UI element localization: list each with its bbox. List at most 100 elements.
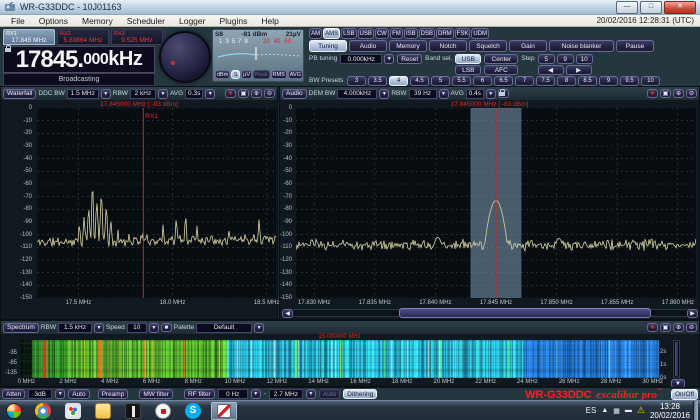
- save-icon[interactable]: ▣: [660, 323, 671, 332]
- taskbar-chrome-icon[interactable]: [35, 402, 51, 419]
- wideband-waterfall[interactable]: [20, 340, 659, 378]
- smeter-unit-button[interactable]: AVG: [287, 70, 303, 79]
- chevron-down-icon[interactable]: ▼: [438, 88, 449, 99]
- smeter-unit-button[interactable]: S: [231, 70, 241, 79]
- afc-button[interactable]: AFC: [484, 65, 519, 75]
- bw-preset-button[interactable]: 4.5: [410, 76, 429, 86]
- sideband-button[interactable]: USB: [455, 54, 482, 64]
- rbw-value[interactable]: 1.5 kHz: [58, 322, 92, 333]
- bw-preset-button[interactable]: 9: [599, 76, 618, 86]
- mode-button[interactable]: FM: [389, 28, 403, 39]
- stop-icon[interactable]: ■: [160, 323, 172, 332]
- menu-item[interactable]: Scheduler: [120, 16, 172, 26]
- mode-button[interactable]: DRM: [436, 28, 454, 39]
- taskbar-explorer-icon[interactable]: [95, 402, 111, 419]
- chevron-down-icon[interactable]: ▼: [55, 389, 66, 399]
- settings-tab[interactable]: Pause: [616, 40, 654, 52]
- menu-item[interactable]: Logger: [172, 16, 212, 26]
- center-button[interactable]: Center: [484, 54, 519, 64]
- rbw-value[interactable]: 39 Hz: [408, 88, 437, 99]
- step-preset-button[interactable]: 9: [556, 54, 574, 64]
- settings-tab[interactable]: Noise blanker: [549, 40, 614, 52]
- bw-preset-button[interactable]: 5: [431, 76, 450, 86]
- chevron-down-icon[interactable]: ▼: [250, 389, 261, 399]
- rx-channel-tab[interactable]: RX3 9.525 MHz: [111, 29, 163, 45]
- zoom-in-icon[interactable]: ⊕: [251, 89, 262, 98]
- mode-button[interactable]: CW: [374, 28, 389, 39]
- menu-item[interactable]: File: [4, 16, 32, 26]
- bw-preset-button[interactable]: 3.5: [368, 76, 387, 86]
- bw-preset-button[interactable]: 10: [641, 76, 660, 86]
- ddc-spectrum-plot[interactable]: RX1: [37, 108, 276, 298]
- atten-value[interactable]: 3dB: [28, 389, 53, 399]
- marker-icon[interactable]: ▼: [647, 89, 658, 98]
- avg-value[interactable]: 0.3s: [185, 88, 204, 99]
- maximize-button[interactable]: □: [640, 0, 662, 14]
- waterfall-scrollbar[interactable]: [673, 340, 680, 378]
- scroll-right-icon[interactable]: ▶: [687, 308, 698, 318]
- smeter-unit-button[interactable]: Peak: [253, 70, 270, 79]
- zoom-out-icon[interactable]: ⊖: [686, 89, 697, 98]
- mode-button[interactable]: UDM: [471, 28, 490, 39]
- sideband-button[interactable]: LSB: [455, 65, 482, 75]
- warning-icon[interactable]: ⚠: [637, 405, 645, 416]
- settings-tab[interactable]: Memory: [389, 40, 427, 52]
- channel-spectrum-plot[interactable]: [296, 108, 696, 298]
- zoom-in-icon[interactable]: ⊕: [673, 323, 684, 332]
- palette-value[interactable]: Default: [196, 322, 253, 333]
- taskbar-app-icon[interactable]: [125, 402, 141, 419]
- tray-volume-icon[interactable]: ▬: [625, 407, 632, 414]
- atten-auto-button[interactable]: Auto: [68, 389, 90, 399]
- speed-value[interactable]: 10: [126, 322, 147, 333]
- rf-filter-auto-button[interactable]: Auto: [318, 389, 341, 399]
- pb-tuning-value[interactable]: 0.000kHz: [340, 54, 383, 64]
- rbw-value[interactable]: 2 kHz: [129, 88, 156, 99]
- mode-button[interactable]: AM: [309, 28, 323, 39]
- smeter-unit-button[interactable]: µV: [241, 70, 252, 79]
- lock-icon[interactable]: [497, 88, 509, 98]
- ddc-bw-value[interactable]: 1.5 MHz: [66, 88, 99, 99]
- marker-icon[interactable]: ▼: [647, 323, 658, 332]
- chevron-down-icon[interactable]: ▼: [305, 389, 316, 399]
- step-down-icon[interactable]: ◀: [537, 65, 564, 75]
- menu-item[interactable]: Help: [254, 16, 285, 26]
- tray-network-icon[interactable]: ▦: [613, 407, 620, 415]
- frequency-display[interactable]: 17845. 000 kHz: [3, 46, 155, 73]
- bw-preset-button[interactable]: 6.5: [494, 76, 513, 86]
- menu-item[interactable]: Memory: [75, 16, 120, 26]
- language-indicator[interactable]: ES: [586, 406, 597, 415]
- bw-preset-button[interactable]: 7.5: [536, 76, 555, 86]
- bw-preset-button[interactable]: 4: [389, 76, 408, 86]
- scrollbar-thumb[interactable]: [399, 308, 651, 318]
- smeter-unit-button[interactable]: dBm: [215, 70, 231, 79]
- chevron-down-icon[interactable]: ▼: [100, 88, 111, 99]
- atten-button[interactable]: Atten: [2, 389, 26, 399]
- mode-button[interactable]: USB: [357, 28, 374, 39]
- chevron-down-icon[interactable]: ▼: [485, 88, 496, 99]
- menu-item[interactable]: Plugins: [212, 16, 254, 26]
- bw-preset-button[interactable]: 6: [473, 76, 492, 86]
- mode-button[interactable]: DSB: [418, 28, 435, 39]
- chevron-down-icon[interactable]: ▼: [94, 322, 104, 333]
- mode-button[interactable]: ISB: [403, 28, 418, 39]
- mode-button[interactable]: AMS: [323, 28, 341, 39]
- smeter-unit-button[interactable]: RMS: [270, 70, 287, 79]
- zoom-out-icon[interactable]: ⊖: [264, 89, 275, 98]
- dithering-button[interactable]: Dithering: [343, 389, 378, 399]
- rf-filter-from[interactable]: 0 Hz: [217, 389, 248, 399]
- start-button[interactable]: [6, 402, 22, 419]
- taskbar-active-app[interactable]: [211, 401, 237, 420]
- preamp-button[interactable]: Preamp: [97, 389, 129, 399]
- close-button[interactable]: ✕: [664, 0, 696, 14]
- tuning-knob[interactable]: [159, 31, 211, 83]
- minimize-button[interactable]: —: [616, 0, 638, 14]
- chevron-down-icon[interactable]: ▼: [379, 88, 390, 99]
- chevron-down-icon[interactable]: ▼: [205, 88, 216, 99]
- settings-tab[interactable]: Tuning: [309, 40, 347, 52]
- dem-bw-value[interactable]: 4.000kHz: [337, 88, 378, 99]
- settings-tab[interactable]: Audio: [349, 40, 387, 52]
- frequency-scrollbar[interactable]: ◀ ▶: [282, 308, 698, 318]
- reset-button[interactable]: Reset: [397, 54, 423, 64]
- mode-button[interactable]: LSB: [341, 28, 357, 39]
- mode-button[interactable]: FSK: [454, 28, 471, 39]
